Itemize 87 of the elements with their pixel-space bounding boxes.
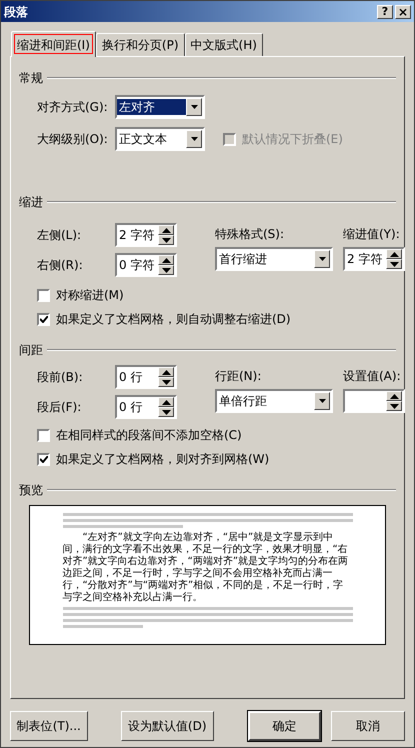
caret-down-icon (162, 268, 170, 272)
field-label: 特殊格式(S): (215, 226, 286, 243)
caret-down-icon (162, 380, 170, 384)
dropdown-field[interactable]: 首行缩进 (215, 247, 333, 271)
field-label: 段后(F): (37, 399, 82, 416)
checkbox-label: 如果定义了文档网格，则对齐到网格(W) (56, 451, 270, 468)
dropdown-arrow-button[interactable] (186, 130, 202, 148)
spin-up-button[interactable] (386, 249, 402, 259)
caret-down-icon (390, 262, 398, 266)
preview-sample-text: “左对齐”就文字向左边靠对齐，“居中”就是文字显示到中间，满行的文字看不出效果，不足一行的文字，效果才明显，“右对齐”就文字向右边靠对齐，“两端对齐”就是文字均匀的分布在两边距之间，不足一行时，字与字之间不会用空格补充而占满一行，“分散对齐”与“两端对齐”相似，不同的是，不足一行时，字与字之间空格补充以占满一行。 (62, 532, 350, 604)
spinner-value: 0 字符 (118, 257, 156, 274)
help-button[interactable]: ? (377, 4, 393, 18)
tab[interactable]: 中文版式(H) (184, 33, 263, 56)
checkbox[interactable] (37, 288, 50, 302)
dropdown-field[interactable]: 单倍行距 (215, 389, 333, 413)
dropdown-arrow-button[interactable] (314, 392, 330, 410)
dropdown-arrow-button[interactable] (314, 250, 330, 268)
checkbox-label: 默认情况下折叠(E) (242, 131, 343, 148)
dialog-button[interactable]: 设为默认值(D) (120, 711, 214, 741)
close-button[interactable]: × (395, 4, 411, 18)
section-title: 常规 (19, 70, 43, 87)
spin-down-button[interactable] (386, 259, 402, 269)
field-label: 左侧(L): (37, 227, 82, 244)
checkbox-label: 如果定义了文档网格，则自动调整右缩进(D) (56, 311, 291, 328)
dropdown-field[interactable]: 正文文本 (115, 127, 205, 151)
dropdown-field[interactable]: 左对齐 (115, 95, 205, 119)
field-label: 段前(B): (37, 369, 84, 386)
dialog-button[interactable]: 确定 (248, 711, 322, 741)
field-label: 右侧(R): (37, 257, 84, 274)
spinner-value: 0 行 (118, 369, 144, 386)
tab[interactable]: 换行和分页(P) (96, 33, 185, 56)
tab[interactable]: 缩进和间距(I) (11, 31, 96, 57)
spinner-field[interactable]: 2 字符 (343, 247, 405, 271)
caret-down-icon (190, 137, 198, 141)
dropdown-value: 单倍行距 (218, 393, 268, 409)
field-label: 缩进值(Y): (343, 226, 401, 243)
spin-down-button[interactable] (158, 265, 174, 275)
window-title: 段落 (4, 4, 29, 20)
spin-down-button[interactable] (386, 401, 402, 411)
caret-down-icon (318, 257, 326, 261)
spin-up-button[interactable] (158, 397, 174, 407)
spinner-field[interactable]: 0 行 (115, 395, 177, 419)
field-label: 大纲级别(O): (37, 131, 109, 148)
dropdown-value: 正文文本 (118, 131, 168, 147)
caret-down-icon (162, 238, 170, 242)
dropdown-value: 左对齐 (117, 99, 186, 115)
dialog-button[interactable]: 取消 (331, 711, 405, 741)
dropdown-value: 首行缩进 (218, 251, 268, 267)
spin-up-button[interactable] (158, 255, 174, 265)
caret-up-icon (390, 394, 398, 398)
checkbox-label: 对称缩进(M) (56, 287, 124, 304)
checkbox[interactable] (37, 312, 50, 326)
caret-up-icon (162, 400, 170, 404)
caret-up-icon (390, 252, 398, 256)
caret-down-icon (190, 105, 198, 109)
spin-up-button[interactable] (158, 367, 174, 377)
checkmark-icon (40, 316, 48, 322)
checkbox-label: 在相同样式的段落间不添加空格(C) (56, 427, 242, 444)
spin-up-button[interactable] (386, 391, 402, 401)
caret-up-icon (162, 228, 170, 232)
caret-down-icon (162, 410, 170, 414)
field-label: 对齐方式(G): (37, 99, 109, 116)
checkbox[interactable] (37, 452, 50, 466)
field-label: 设置值(A): (343, 368, 402, 385)
caret-up-icon (162, 258, 170, 262)
spinner-field[interactable] (343, 389, 405, 413)
section-title: 预览 (19, 482, 43, 499)
field-label: 行距(N): (215, 368, 262, 385)
spinner-value: 2 字符 (346, 251, 384, 268)
spinner-field[interactable]: 2 字符 (115, 223, 177, 247)
dialog-button[interactable]: 制表位(T)... (10, 711, 88, 741)
spinner-field[interactable]: 0 行 (115, 365, 177, 389)
dropdown-arrow-button[interactable] (186, 98, 202, 116)
spinner-value: 2 字符 (118, 227, 156, 244)
checkmark-icon (40, 456, 48, 462)
spin-up-button[interactable] (158, 225, 174, 235)
caret-up-icon (162, 370, 170, 374)
spin-down-button[interactable] (158, 235, 174, 245)
section-title: 缩进 (19, 194, 43, 211)
spinner-value: 0 行 (118, 399, 144, 416)
section-title: 间距 (19, 342, 43, 359)
spinner-field[interactable]: 0 字符 (115, 253, 177, 277)
caret-down-icon (390, 404, 398, 408)
spin-down-button[interactable] (158, 407, 174, 417)
spin-down-button[interactable] (158, 377, 174, 387)
checkbox[interactable] (37, 428, 50, 442)
caret-down-icon (318, 399, 326, 403)
